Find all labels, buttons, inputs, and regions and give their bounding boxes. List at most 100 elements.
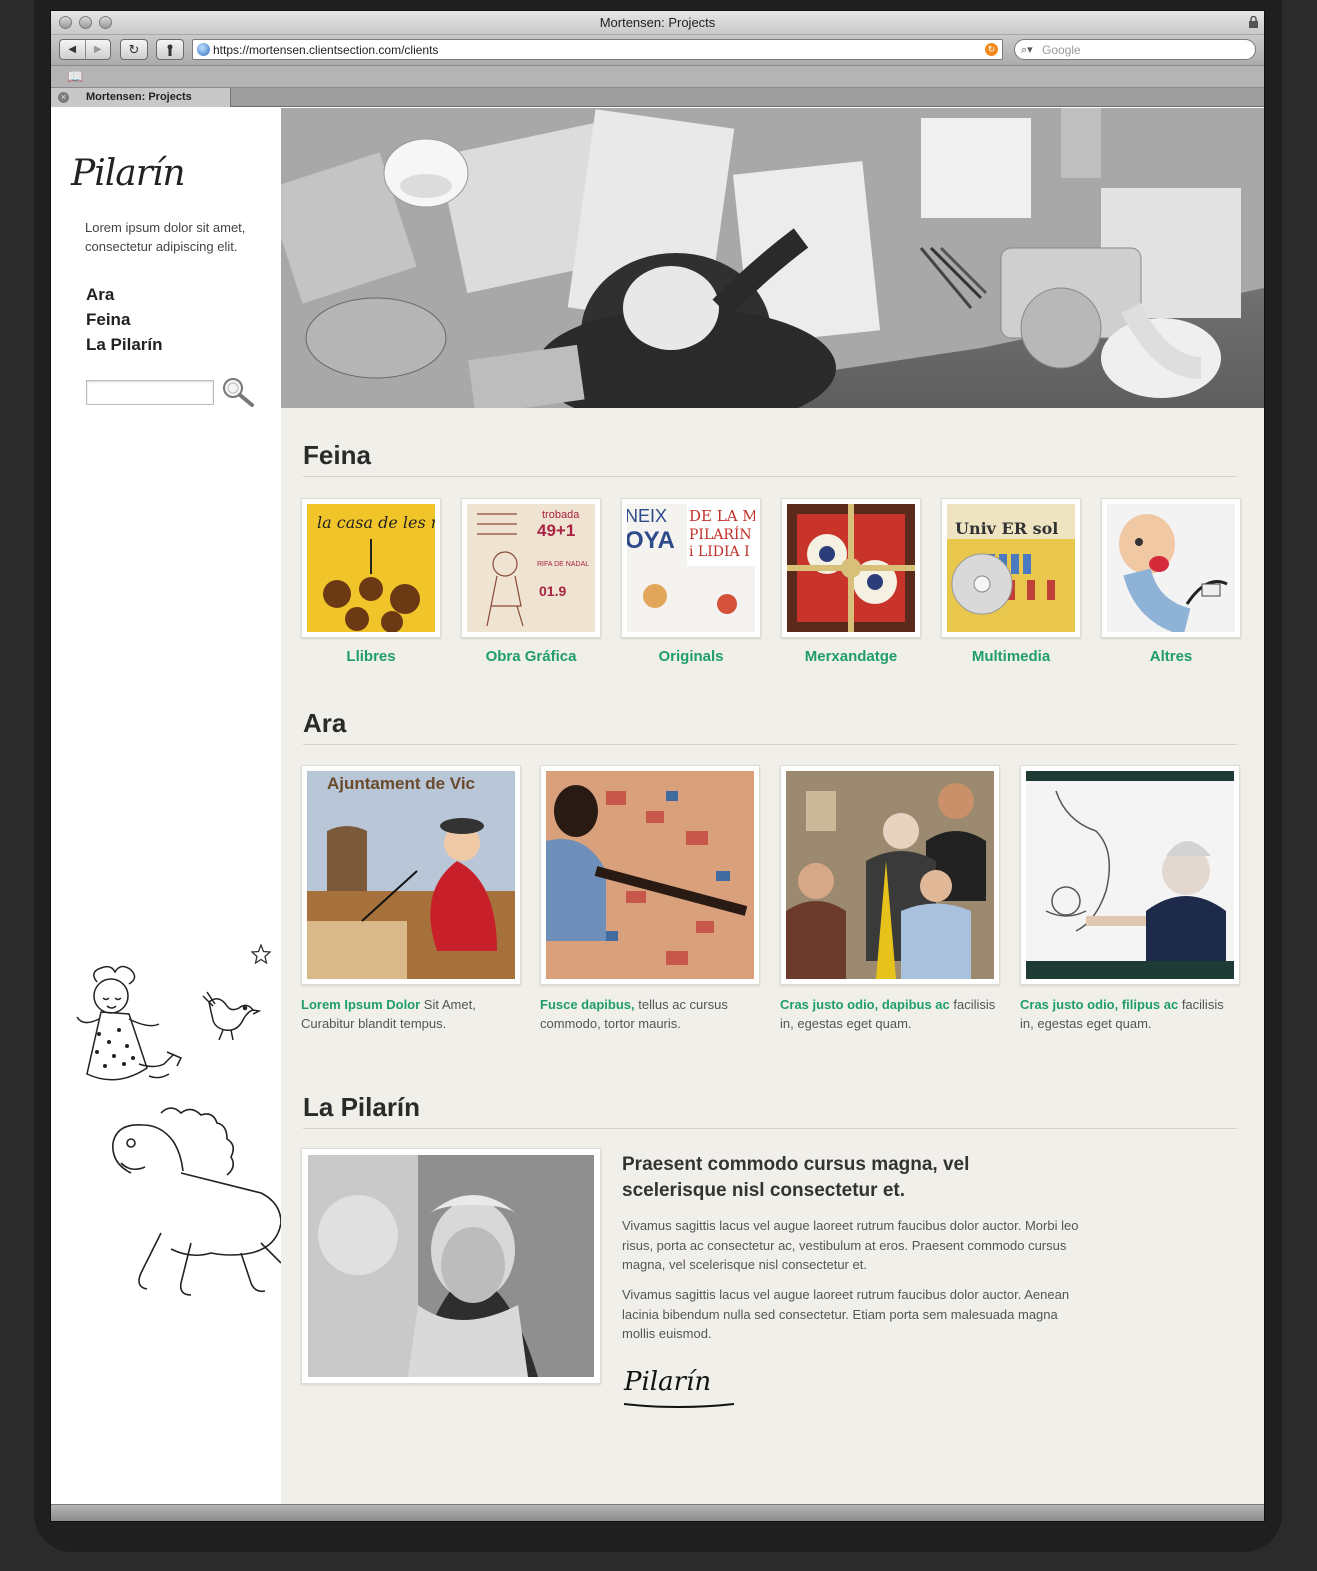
category-thumb-frame: la casa de les mones	[301, 498, 441, 638]
lock-icon	[1249, 16, 1258, 28]
news-photo-frame: Ajuntament de Vic	[301, 765, 521, 985]
category-thumb-frame	[1101, 498, 1241, 638]
category-thumb-frame: trobada 49+1 RIFA DE NADAL 01.9	[461, 498, 601, 638]
category-thumb-frame: NEIX OYA DE LA M PILARÍN i LIDIA I	[621, 498, 761, 638]
address-bar[interactable]: https://mortensen.clientsection.com/clie…	[192, 39, 1003, 60]
back-button[interactable]: ◀	[60, 40, 85, 59]
site-logo[interactable]: Pilarín	[71, 153, 186, 194]
reload-icon: ↻	[128, 41, 140, 57]
site-search-input[interactable]	[86, 380, 214, 405]
girl-doodle-icon	[76, 965, 183, 1081]
category-label: Llibres	[346, 648, 396, 665]
globe-icon	[197, 43, 210, 56]
status-bar	[51, 1504, 1264, 1521]
merxandatge-thumbnail	[787, 504, 915, 632]
window-title: Mortensen: Projects	[599, 15, 716, 30]
browser-search-field[interactable]: ⌕▾ Google	[1014, 39, 1256, 60]
magnifier-icon[interactable]	[221, 376, 255, 408]
multimedia-thumbnail: Univ ER sol	[947, 504, 1075, 632]
forward-button[interactable]: ▶	[84, 40, 111, 59]
news-photo-drawing	[1026, 771, 1234, 979]
category-thumb-frame	[781, 498, 921, 638]
bookmarks-bar: 📖	[51, 66, 1264, 88]
news-photo-frame	[1020, 765, 1240, 985]
tab-mortensen-projects[interactable]: × Mortensen: Projects	[51, 88, 231, 107]
nav-item-la-pilarin[interactable]: La Pilarín	[86, 332, 163, 357]
site-tagline: Lorem ipsum dolor sit amet, consectetur …	[85, 220, 246, 254]
bio-portrait-photo	[308, 1155, 594, 1377]
news-caption: Cras justo odio, dapibus ac facilisis in…	[780, 995, 1000, 1033]
llibres-thumbnail: la casa de les mones	[307, 504, 435, 632]
news-item[interactable]: Cras justo odio, filipus ac facilisis in…	[1020, 765, 1240, 1033]
url-text: https://mortensen.clientsection.com/clie…	[213, 43, 439, 57]
reload-button[interactable]: ↻	[120, 39, 148, 60]
obra-thumb-text-2: 49+1	[537, 521, 575, 540]
browser-window: Mortensen: Projects ◀ ▶ ↻ https://morten…	[50, 10, 1265, 1522]
category-card-altres[interactable]: Altres	[1101, 498, 1241, 665]
signature-text: Pilarín	[623, 1367, 711, 1397]
nav-item-feina[interactable]: Feina	[86, 307, 163, 332]
sidebar: Pilarín Lorem ipsum dolor sit amet, cons…	[51, 108, 281, 1504]
bio-paragraph: Vivamus sagittis lacus vel augue laoreet…	[622, 1218, 1079, 1272]
main-content: Feina la casa de les mones Llibres	[281, 108, 1264, 1504]
news-photo-group	[786, 771, 994, 979]
bookmarks-book-icon[interactable]: 📖	[67, 69, 83, 85]
category-card-merxandatge[interactable]: Merxandatge	[781, 498, 921, 665]
news-item[interactable]: Ajuntament de Vic Lorem Ipsum Dolor Sit …	[301, 765, 521, 1033]
section-divider	[303, 476, 1237, 477]
category-card-multimedia[interactable]: Univ ER sol Multimedia	[941, 498, 1081, 665]
llibres-cover-text: la casa de les mones	[317, 513, 435, 532]
tab-bar: × Mortensen: Projects	[51, 88, 1264, 107]
section-divider	[303, 1128, 1237, 1129]
section-title-feina: Feina	[303, 440, 371, 470]
rss-icon[interactable]: ↻	[985, 43, 998, 56]
news-caption: Fusce dapibus, tellus ac cursus commodo,…	[540, 995, 760, 1033]
category-label: Obra Gráfica	[485, 648, 577, 665]
originals-thumbnail: NEIX OYA DE LA M PILARÍN i LIDIA I	[627, 504, 755, 632]
category-thumb-frame: Univ ER sol	[941, 498, 1081, 638]
news-photo-sign-text: Ajuntament de Vic	[327, 774, 475, 793]
obra-thumb-text-4: 01.9	[539, 583, 566, 599]
sidebar-nav: Ara Feina La Pilarín	[86, 282, 163, 357]
title-bar: Mortensen: Projects	[51, 11, 1264, 35]
obra-grafica-thumbnail: trobada 49+1 RIFA DE NADAL 01.9	[467, 504, 595, 632]
category-label: Altres	[1149, 648, 1193, 665]
horse-doodle-icon	[112, 1107, 281, 1296]
category-label: Multimedia	[971, 648, 1051, 665]
originals-text-3: DE LA M	[689, 507, 755, 525]
news-caption-highlight[interactable]: Cras justo odio, dapibus ac	[780, 997, 950, 1012]
category-card-originals[interactable]: NEIX OYA DE LA M PILARÍN i LIDIA I Origi…	[621, 498, 761, 665]
news-caption-highlight[interactable]: Cras justo odio, filipus ac	[1020, 997, 1178, 1012]
news-caption-highlight[interactable]: Fusce dapibus,	[540, 997, 635, 1012]
bio-heading: Praesent commodo cursus magna, vel scele…	[622, 1154, 970, 1201]
tab-close-icon[interactable]: ×	[58, 92, 69, 103]
page-viewport: Pilarín Lorem ipsum dolor sit amet, cons…	[51, 108, 1264, 1504]
originals-text-1: NEIX	[627, 506, 667, 526]
info-icon	[167, 44, 173, 56]
star-doodle-icon	[251, 944, 271, 964]
news-photo-speech: Ajuntament de Vic	[307, 771, 515, 979]
search-placeholder: Google	[1042, 43, 1081, 57]
category-card-llibres[interactable]: la casa de les mones Llibres	[301, 498, 441, 665]
news-item[interactable]: Fusce dapibus, tellus ac cursus commodo,…	[540, 765, 760, 1033]
obra-thumb-text-1: trobada	[542, 509, 580, 521]
bird-doodle-icon	[202, 991, 261, 1041]
altres-thumbnail	[1107, 504, 1235, 632]
section-title-ara: Ara	[303, 708, 347, 738]
section-divider	[303, 744, 1237, 745]
news-caption-highlight[interactable]: Lorem Ipsum Dolor	[301, 997, 420, 1012]
browser-toolbar: ◀ ▶ ↻ https://mortensen.clientsection.co…	[51, 35, 1264, 66]
home-button[interactable]	[156, 39, 184, 60]
section-title-la-pilarin: La Pilarín	[303, 1092, 421, 1122]
bio-photo-frame	[301, 1148, 601, 1384]
originals-text-2: OYA	[627, 527, 675, 554]
multimedia-text: Univ ER sol	[955, 519, 1058, 538]
news-item[interactable]: Cras justo odio, dapibus ac facilisis in…	[780, 765, 1000, 1033]
hero-photo-illustration	[281, 108, 1264, 408]
news-photo-child-map	[546, 771, 754, 979]
news-photo-frame	[540, 765, 760, 985]
obra-thumb-text-3: RIFA DE NADAL	[537, 561, 589, 568]
search-icon: ⌕▾	[1021, 44, 1033, 56]
nav-item-ara[interactable]: Ara	[86, 282, 163, 307]
category-card-obra-grafica[interactable]: trobada 49+1 RIFA DE NADAL 01.9 Obra Grá…	[461, 498, 601, 665]
